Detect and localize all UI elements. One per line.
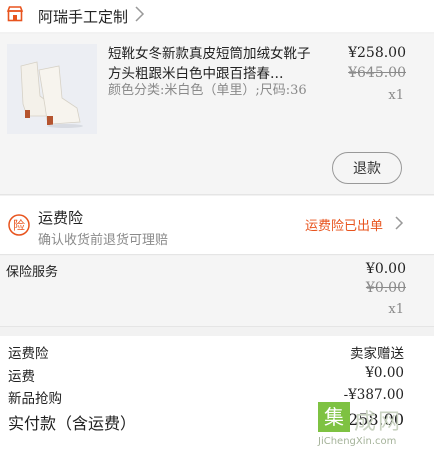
summary-label: 新品抢购 (8, 391, 62, 407)
chevron-right-icon (135, 6, 145, 22)
shop-icon (6, 6, 24, 22)
refund-button[interactable]: 退款 (332, 152, 402, 184)
insurance-title: 运费险 (38, 209, 84, 227)
summary-label: 运费 (8, 369, 35, 385)
shield-icon: 险 (8, 214, 30, 236)
site-watermark: 集 成网 JiChengXin.com (318, 402, 434, 452)
order-detail-page: 阿瑞手工定制 短靴女冬新款真皮短筒加绒女靴子方头粗跟米白色中跟百搭春… 颜色分类… (0, 0, 434, 452)
summary-value: -¥387.00 (343, 387, 404, 403)
service-quantity: x1 (388, 302, 404, 317)
insurance-subtitle: 确认收货前退货可理赔 (38, 233, 169, 248)
summary-label: 运费险 (8, 346, 49, 362)
summary-value: ¥0.00 (365, 365, 404, 381)
watermark-text: 成网 (354, 410, 403, 435)
watermark-url: JiChengXin.com (318, 436, 397, 447)
service-label: 保险服务 (6, 265, 59, 280)
product-original-price: ¥645.00 (348, 65, 406, 81)
freight-insurance-row[interactable]: 险 运费险 确认收货前退货可理赔 运费险已出单 (0, 196, 434, 255)
summary-row-freight-insurance: 运费险 卖家赠送 (8, 342, 404, 364)
insurance-badge: 险 (13, 218, 25, 233)
summary-row-freight: 运费 ¥0.00 (8, 365, 404, 387)
shop-header[interactable]: 阿瑞手工定制 (0, 0, 434, 32)
chevron-right-icon (395, 216, 404, 230)
total-label: 实付款（含运费） (8, 414, 137, 433)
product-title[interactable]: 短靴女冬新款真皮短筒加绒女靴子方头粗跟米白色中跟百搭春… (108, 44, 313, 84)
product-quantity: x1 (388, 88, 404, 103)
product-thumbnail[interactable] (7, 44, 97, 134)
watermark-logo: 集 (318, 402, 350, 432)
service-price: ¥0.00 (365, 261, 406, 277)
summary-value: 卖家赠送 (350, 346, 404, 362)
service-original-price: ¥0.00 (365, 280, 406, 296)
insurance-status[interactable]: 运费险已出单 (305, 215, 383, 234)
product-sku: 颜色分类:米白色（单里）;尺码:36 (108, 83, 307, 98)
shop-name[interactable]: 阿瑞手工定制 (38, 6, 128, 27)
product-item[interactable]: 短靴女冬新款真皮短筒加绒女靴子方头粗跟米白色中跟百搭春… 颜色分类:米白色（单里… (0, 34, 434, 195)
insurance-service-item: 保险服务 ¥0.00 ¥0.00 x1 (0, 256, 434, 327)
product-price: ¥258.00 (348, 45, 406, 61)
